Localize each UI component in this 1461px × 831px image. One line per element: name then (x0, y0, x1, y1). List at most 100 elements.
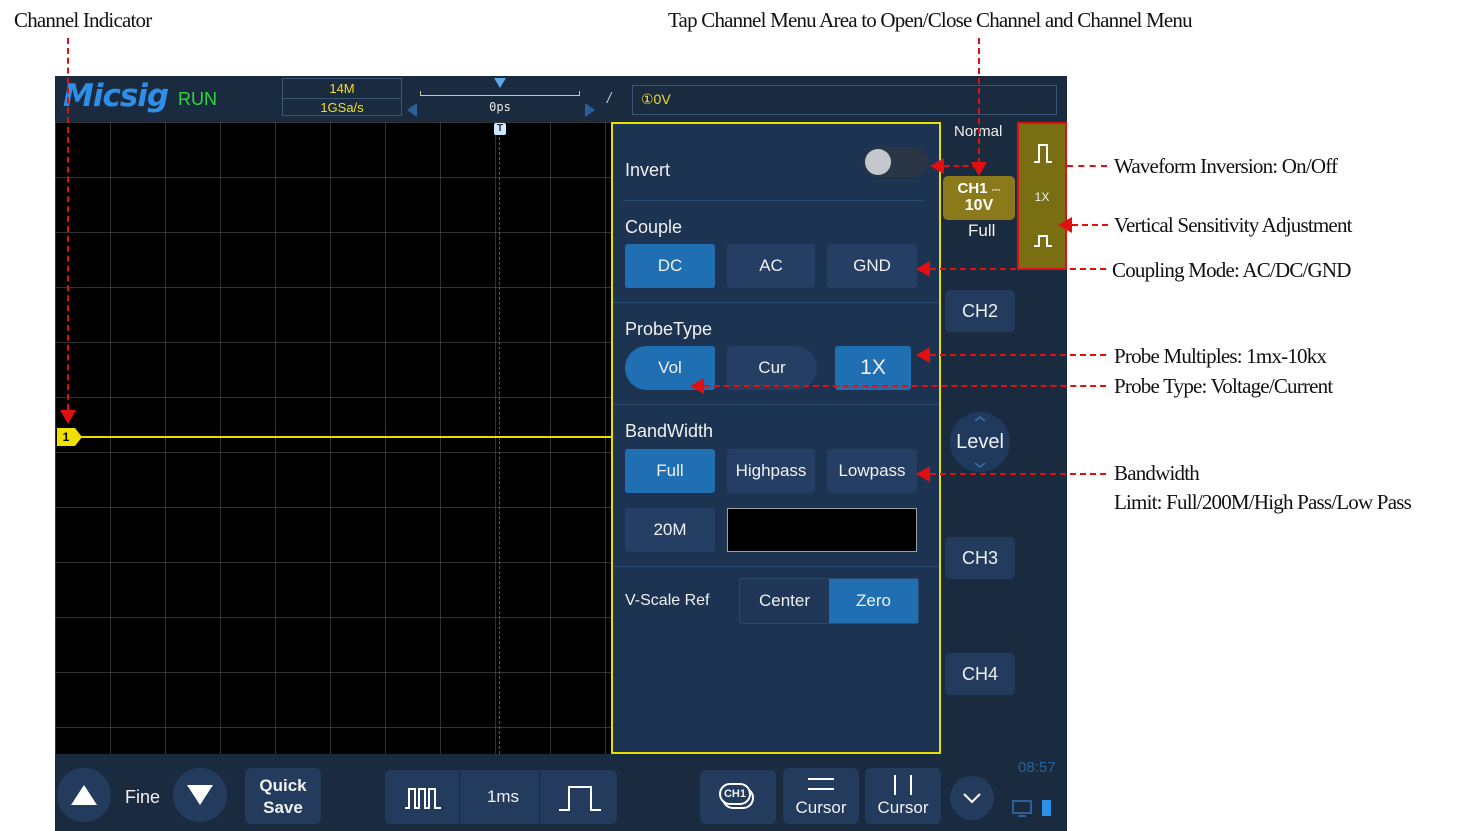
waveform-grid[interactable] (55, 122, 611, 754)
quick-save-line1: Quick (259, 776, 307, 795)
callout-arrow-vsens (1058, 217, 1072, 233)
fine-label: Fine (125, 787, 161, 807)
menu-divider (613, 302, 939, 303)
arrow-down-icon (187, 785, 213, 805)
annotation-channel-indicator: Channel Indicator (14, 8, 152, 32)
timebase-value[interactable]: 1ms (467, 770, 539, 824)
cursor-label: Cursor (877, 798, 929, 817)
chevron-down-icon (963, 793, 981, 804)
timebase-divider (539, 770, 540, 824)
callout-arrow-bandwidth (916, 466, 930, 482)
ch4-button[interactable]: CH4 (945, 653, 1015, 695)
ch1-tab-label: CH1 (957, 180, 988, 197)
vscale-ref-selector: Center Zero (739, 578, 919, 624)
horizontal-cursor-button[interactable]: Cursor (783, 768, 859, 824)
menu-divider (613, 566, 939, 567)
couple-label: Couple (625, 217, 683, 237)
ch3-button[interactable]: CH3 (945, 537, 1015, 579)
probe-multiple-button[interactable]: 1X (835, 346, 911, 390)
callout-arrow-coupling (916, 261, 930, 277)
timebase-decrease-icon[interactable] (403, 786, 443, 810)
time-offset-left-arrow[interactable] (407, 103, 417, 117)
annotation-probe-type: Probe Type: Voltage/Current (1114, 374, 1333, 398)
bandwidth-lowpass-button[interactable]: Lowpass (827, 449, 917, 493)
callout-line-probe-type (704, 385, 1106, 387)
callout-arrow-probe-multiples (916, 347, 930, 363)
probe-type-label: ProbeType (625, 319, 713, 339)
trigger-edge-icon[interactable]: / (607, 90, 611, 107)
more-menu-button[interactable] (950, 776, 994, 820)
probe-cur-button[interactable]: Cur (727, 346, 817, 390)
callout-line-tap-channel (978, 38, 980, 164)
bandwidth-full-button[interactable]: Full (625, 449, 715, 493)
callout-line-vsens (1072, 224, 1108, 226)
invert-toggle[interactable] (863, 147, 929, 177)
oscilloscope-screen: Micsig RUN 14M 1GSa/s 0ps / ①0V T 1 Inve… (55, 76, 1067, 831)
annotation-vertical-sensitivity: Vertical Sensitivity Adjustment (1114, 213, 1352, 237)
scale-up-pulse-icon[interactable] (1032, 142, 1054, 164)
fine-up-button[interactable] (57, 768, 111, 822)
ch1-channel-tab[interactable]: CH1 ⎓ 10V (943, 176, 1015, 220)
cursor-label: Cursor (795, 798, 847, 817)
horizontal-cursor-icon (808, 778, 834, 790)
chevron-down-icon (974, 462, 986, 468)
fine-down-button[interactable] (173, 768, 227, 822)
vertical-cursor-icon (894, 775, 912, 795)
couple-gnd-button[interactable]: GND (827, 244, 917, 288)
annotation-tap-channel-menu: Tap Channel Menu Area to Open/Close Chan… (668, 8, 1193, 32)
timebase-increase-icon[interactable] (557, 784, 603, 812)
grid-center-line (499, 122, 500, 754)
sample-rate: 1GSa/s (320, 100, 364, 115)
vscale-zero-option[interactable]: Zero (829, 579, 918, 623)
scale-down-pulse-icon[interactable] (1032, 228, 1054, 250)
quick-save-line2: Save (263, 798, 303, 817)
ch1-scale: 10V (964, 197, 994, 214)
timebase-control: 1ms (385, 770, 617, 824)
channel-select-button[interactable]: CH1 (700, 770, 776, 824)
trigger-level-box[interactable]: ①0V (632, 85, 1057, 115)
time-offset-box[interactable]: 0ps (420, 78, 580, 116)
vertical-sensitivity-control[interactable]: 1X (1017, 122, 1067, 270)
vertical-cursor-button[interactable]: Cursor (865, 768, 941, 824)
channel-1-indicator[interactable]: 1 (57, 428, 82, 446)
sample-rate-divider (283, 98, 401, 99)
ch1-tab-title: CH1 ⎓ (943, 181, 1015, 198)
level-label: Level (956, 431, 1004, 453)
annotation-probe-multiples: Probe Multiples: 1mx-10kx (1114, 344, 1327, 368)
channel-select-label: CH1 (723, 788, 746, 800)
annotation-waveform-inversion: Waveform Inversion: On/Off (1114, 154, 1338, 178)
vscale-ref-label: V-Scale Ref (625, 592, 710, 609)
quick-save-button[interactable]: Quick Save (245, 768, 321, 824)
callout-arrow-probe-type (690, 378, 704, 394)
bandwidth-value-field[interactable] (727, 508, 917, 552)
ch2-button[interactable]: CH2 (945, 290, 1015, 332)
ch1-waveform (75, 436, 611, 438)
vscale-center-option[interactable]: Center (740, 579, 829, 623)
memory-depth: 14M (329, 81, 355, 96)
couple-dc-button[interactable]: DC (625, 244, 715, 288)
callout-line-invert-right (1067, 165, 1107, 167)
callout-line-invert-left (944, 165, 978, 167)
bandwidth-20m-button[interactable]: 20M (625, 508, 715, 552)
bandwidth-label: BandWidth (625, 421, 714, 441)
toggle-knob (865, 149, 891, 175)
callout-line-coupling (930, 268, 1106, 270)
sample-rate-box[interactable]: 14M 1GSa/s (282, 78, 402, 116)
invert-label: Invert (625, 160, 671, 180)
callout-arrow-channel-indicator (60, 410, 76, 424)
run-status[interactable]: RUN (178, 89, 217, 110)
callout-line-probe-multiples (930, 354, 1106, 356)
clock: 08:57 (1018, 759, 1056, 776)
bandwidth-highpass-button[interactable]: Highpass (727, 449, 815, 493)
channel-menu: Invert Couple DC AC GND ProbeType Vol Cu… (611, 122, 941, 754)
trigger-level-value: ①0V (641, 91, 671, 107)
memory-position-bar (420, 91, 580, 96)
time-offset-right-arrow[interactable] (585, 103, 595, 117)
couple-ac-button[interactable]: AC (727, 244, 815, 288)
display-battery-icon (1012, 800, 1051, 817)
annotation-bandwidth-detail: Limit: Full/200M/High Pass/Low Pass (1114, 490, 1412, 514)
ch1-bandwidth-status: Full (968, 221, 996, 240)
arrow-up-icon (71, 785, 97, 805)
trigger-position-marker[interactable]: T (494, 123, 506, 135)
trigger-level-knob[interactable]: Level (950, 412, 1010, 472)
